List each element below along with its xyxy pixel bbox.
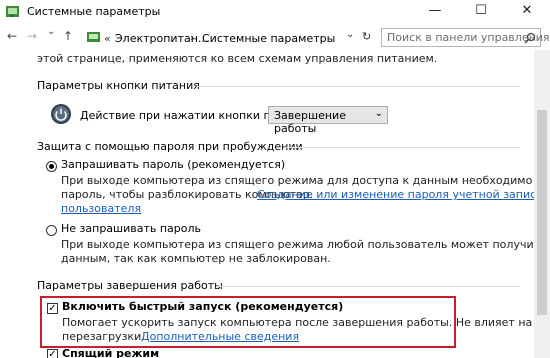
require-password-description: При выходе компьютера из спящего режима … <box>61 174 534 187</box>
fast-startup-label[interactable]: Включить быстрый запуск (рекомендуется) <box>62 300 343 313</box>
more-info-link[interactable]: Дополнительные сведения <box>141 330 299 343</box>
breadcrumb-power-options[interactable]: Электропитан... <box>115 32 208 45</box>
forward-button[interactable]: → <box>27 29 37 43</box>
history-dropdown-button[interactable]: ⌄ <box>346 29 354 40</box>
back-button[interactable]: ← <box>7 29 17 43</box>
sleep-mode-label[interactable]: Спящий режим <box>62 347 159 358</box>
create-password-link-continued[interactable]: пользователя <box>61 202 141 215</box>
fast-startup-description-2: перезагрузки. <box>62 330 145 343</box>
password-section-heading: Защита с помощью пароля при пробуждении <box>37 140 303 153</box>
power-button-section-heading: Параметры кнопки питания <box>37 79 200 92</box>
require-password-label[interactable]: Запрашивать пароль (рекомендуется) <box>61 158 285 171</box>
sleep-mode-checkbox[interactable]: ✓ <box>47 349 58 358</box>
close-button[interactable]: ✕ <box>504 0 550 24</box>
create-password-link[interactable]: Создание или изменение пароля учетной за… <box>257 188 534 201</box>
section-divider <box>197 86 520 87</box>
search-icon[interactable] <box>524 32 536 44</box>
intro-text: этой странице, применяются ко всем схема… <box>37 52 438 65</box>
fast-startup-description: Помогает ускорить запуск компьютера посл… <box>62 316 534 329</box>
shutdown-section-heading: Параметры завершения работы <box>37 279 223 292</box>
section-divider <box>285 147 520 148</box>
no-password-radio[interactable] <box>46 225 57 236</box>
maximize-button[interactable]: ☐ <box>458 0 504 24</box>
fast-startup-checkbox[interactable]: ✓ <box>47 303 58 314</box>
sleep-mode-label-text: Спящий режим <box>62 347 160 358</box>
control-panel-breadcrumb-icon <box>87 32 100 42</box>
no-password-description: При выходе компьютера из спящего режима … <box>61 238 534 251</box>
control-panel-icon <box>6 6 19 17</box>
power-button-icon <box>51 104 71 124</box>
window-title: Системные параметры <box>27 5 161 18</box>
title-bar: Системные параметры — ☐ ✕ <box>0 0 550 24</box>
power-button-action-value: Завершение работы <box>274 109 346 135</box>
minimize-button[interactable]: — <box>412 0 458 24</box>
chevron-down-icon: ⌄ <box>374 108 383 119</box>
power-button-action-select[interactable]: Завершение работы ⌄ <box>268 106 388 135</box>
refresh-button[interactable]: ↻ <box>362 30 371 43</box>
up-button[interactable]: ↑ <box>63 29 73 43</box>
scrollbar-thumb[interactable] <box>537 110 547 315</box>
no-password-label[interactable]: Не запрашивать пароль <box>61 222 201 235</box>
vertical-scrollbar[interactable] <box>534 50 550 358</box>
no-password-description-2: данным, так как компьютер не заблокирова… <box>61 252 331 265</box>
require-password-radio[interactable] <box>46 161 57 172</box>
settings-content: этой странице, применяются ко всем схема… <box>0 50 534 358</box>
breadcrumb-overflow[interactable]: « <box>104 32 111 45</box>
search-input[interactable]: Поиск в панели управления <box>381 28 550 47</box>
recent-locations-button[interactable]: ⌄ <box>47 26 55 37</box>
breadcrumb-system-settings[interactable]: Системные параметры <box>202 32 335 45</box>
section-divider <box>216 286 520 287</box>
fast-startup-label-text: Включить быстрый запуск (рекомендуется) <box>62 300 344 313</box>
breadcrumb-separator[interactable]: › <box>190 31 194 44</box>
